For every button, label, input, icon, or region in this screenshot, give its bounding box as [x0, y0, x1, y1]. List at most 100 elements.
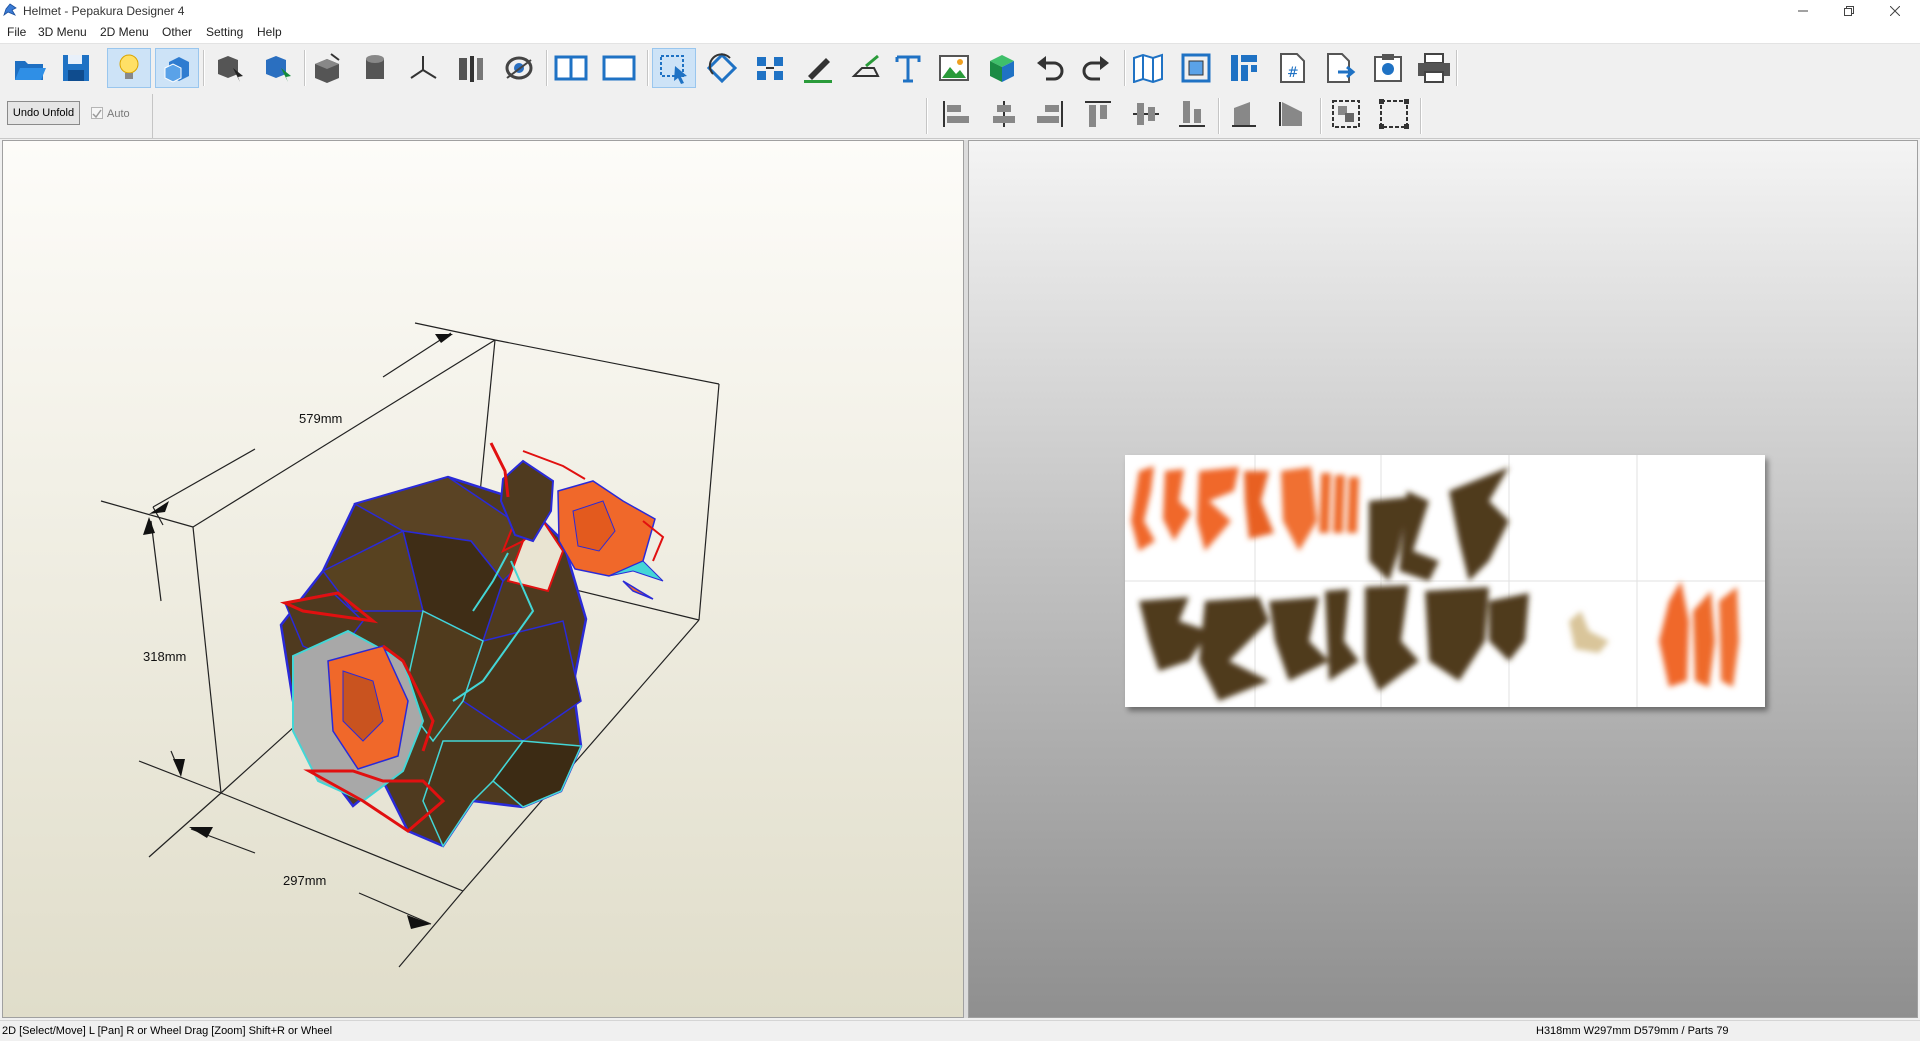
- edit-line-button[interactable]: [796, 48, 840, 88]
- light-toggle-button[interactable]: [107, 48, 151, 88]
- close-button[interactable]: [1872, 0, 1917, 22]
- select-move-button[interactable]: [652, 48, 696, 88]
- page-number-button[interactable]: #: [1270, 48, 1314, 88]
- fit-view-icon: [1181, 53, 1211, 83]
- align-center-button[interactable]: [982, 94, 1026, 134]
- toolbar-separator: [1320, 98, 1322, 134]
- auto-checkbox[interactable]: [91, 107, 103, 119]
- redo-icon: [1082, 56, 1109, 81]
- unfolded-2d-view[interactable]: [969, 141, 1917, 1017]
- screenshot-button[interactable]: [1366, 48, 1410, 88]
- restore-icon: [1843, 6, 1854, 16]
- cube-button[interactable]: [980, 48, 1024, 88]
- flap-icon: [851, 54, 880, 77]
- align-top-button[interactable]: [1076, 94, 1120, 134]
- fit-view-button[interactable]: [1174, 48, 1218, 88]
- split-view-button[interactable]: [549, 48, 593, 88]
- toolbar-separator: [152, 94, 153, 138]
- main-toolbar: #: [0, 44, 1920, 92]
- toolbar-separator: [546, 50, 548, 86]
- text-button[interactable]: [886, 48, 930, 88]
- cube-icon: [990, 55, 1014, 82]
- texture-icon: [164, 57, 189, 83]
- ungroup-icon: [1379, 99, 1409, 129]
- menu-other[interactable]: Other: [162, 25, 192, 39]
- select-move-icon: [660, 55, 687, 84]
- menu-bar: File 3D Menu 2D Menu Other Setting Help: [0, 22, 1920, 44]
- image-icon: [939, 55, 969, 81]
- align-left-button[interactable]: [934, 94, 978, 134]
- undo-unfold-button[interactable]: Undo Unfold: [7, 101, 80, 125]
- flap-button[interactable]: [844, 48, 888, 88]
- menu-2d[interactable]: 2D Menu: [100, 25, 149, 39]
- select-face-button[interactable]: [255, 48, 299, 88]
- box-button[interactable]: [305, 48, 349, 88]
- align-middle-button[interactable]: [1124, 94, 1168, 134]
- cylinder-button[interactable]: [353, 48, 397, 88]
- depth-dimension-label: 579mm: [299, 411, 342, 426]
- minimize-icon: [1797, 10, 1808, 12]
- rotate-right-button[interactable]: [1270, 94, 1314, 134]
- view-2d-pane[interactable]: [968, 140, 1918, 1018]
- open-button[interactable]: [8, 48, 52, 88]
- save-button[interactable]: [54, 48, 98, 88]
- export-button[interactable]: [1318, 48, 1362, 88]
- menu-setting[interactable]: Setting: [206, 25, 243, 39]
- print-button[interactable]: [1412, 48, 1456, 88]
- toolbar-separator: [926, 98, 928, 134]
- menu-3d[interactable]: 3D Menu: [38, 25, 87, 39]
- group-button[interactable]: [1324, 94, 1368, 134]
- align-center-icon: [993, 101, 1015, 127]
- text-icon: [895, 55, 921, 83]
- view-3d-pane[interactable]: 579mm 318mm 297mm: [2, 140, 964, 1018]
- toolbar-separator: [647, 50, 649, 86]
- align-top-icon: [1085, 101, 1111, 127]
- menu-file[interactable]: File: [7, 25, 26, 39]
- undo-icon: [1037, 56, 1064, 81]
- restore-button[interactable]: [1826, 0, 1871, 22]
- columns-button[interactable]: [449, 48, 493, 88]
- select-face-icon: [266, 56, 291, 82]
- minimize-button[interactable]: [1780, 0, 1825, 22]
- toolbar-separator: [203, 50, 205, 86]
- rotate-icon: [706, 52, 738, 84]
- align-middle-icon: [1133, 103, 1159, 125]
- svg-text:#: #: [1287, 65, 1299, 81]
- light-bulb-icon: [119, 54, 139, 79]
- unfold-button[interactable]: [1126, 48, 1170, 88]
- unfold-icon: [1133, 53, 1163, 83]
- model-3d-view[interactable]: 579mm 318mm 297mm: [3, 141, 963, 1017]
- image-button[interactable]: [932, 48, 976, 88]
- box-icon: [315, 53, 340, 83]
- align-bottom-button[interactable]: [1170, 94, 1214, 134]
- single-view-button[interactable]: [597, 48, 641, 88]
- menu-help[interactable]: Help: [257, 25, 282, 39]
- helmet-model[interactable]: [279, 475, 588, 848]
- ungroup-button[interactable]: [1372, 94, 1416, 134]
- eye-icon: [505, 56, 533, 80]
- axis-button[interactable]: [401, 48, 445, 88]
- texture-toggle-button[interactable]: [155, 48, 199, 88]
- arrange-button[interactable]: [748, 48, 792, 88]
- height-dimension-label: 318mm: [143, 649, 186, 664]
- align-right-icon: [1037, 101, 1063, 127]
- export-icon: [1327, 53, 1356, 83]
- align-bottom-icon: [1179, 101, 1205, 127]
- rotate-part-button[interactable]: [700, 48, 744, 88]
- open-icon: [15, 61, 46, 80]
- toolbar-separator: [1420, 98, 1422, 134]
- single-view-icon: [602, 55, 636, 81]
- rotate-left-icon: [1232, 102, 1256, 127]
- print-icon: [1418, 53, 1450, 83]
- undo-button[interactable]: [1028, 48, 1072, 88]
- close-icon: [1889, 6, 1900, 16]
- rotate-right-icon: [1279, 102, 1302, 126]
- layout-button[interactable]: [1222, 48, 1266, 88]
- cylinder-icon: [366, 55, 384, 79]
- view-eye-button[interactable]: [497, 48, 541, 88]
- rotate-left-button[interactable]: [1222, 94, 1266, 134]
- select-3d-button[interactable]: [207, 48, 251, 88]
- align-right-button[interactable]: [1028, 94, 1072, 134]
- redo-button[interactable]: [1074, 48, 1118, 88]
- toolbar-separator: [1456, 50, 1458, 86]
